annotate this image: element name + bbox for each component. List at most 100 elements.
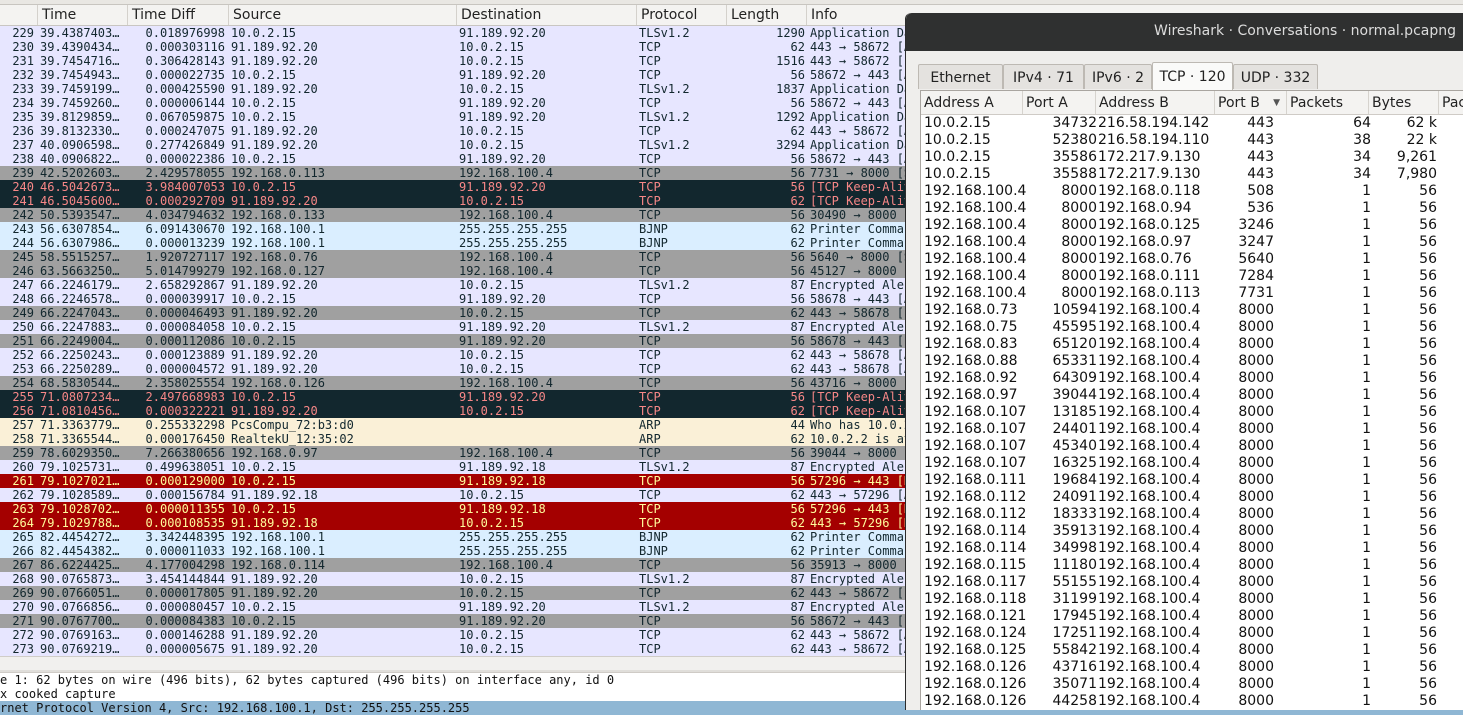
- column-header-source[interactable]: Source: [228, 5, 456, 25]
- conversation-row[interactable]: 192.168.0.111 19684 192.168.100.4 8000 1 56: [921, 472, 1463, 489]
- column-header-packets[interactable]: Packets: [1287, 91, 1369, 114]
- packet-length: 56: [790, 152, 805, 166]
- tab-udp[interactable]: UDP · 332: [1233, 64, 1318, 89]
- conversation-row[interactable]: 192.168.100.4 8000 192.168.0.76 5640 1 56: [921, 251, 1463, 268]
- column-header-time-diff[interactable]: Time Diff: [127, 5, 228, 25]
- column-header-length[interactable]: Length: [726, 5, 806, 25]
- packet-number: 266: [12, 544, 34, 558]
- address-a: 192.168.0.111: [924, 472, 1027, 488]
- column-header-bytes[interactable]: Bytes: [1369, 91, 1439, 114]
- packet-source: 192.168.0.97: [231, 446, 318, 460]
- bytes: 56: [1419, 302, 1437, 318]
- column-header-destination[interactable]: Destination: [456, 5, 636, 25]
- packet-destination: 91.189.92.20: [459, 96, 546, 110]
- conversation-row[interactable]: 192.168.100.4 8000 192.168.0.97 3247 1 56: [921, 234, 1463, 251]
- conversation-row[interactable]: 192.168.0.88 65331 192.168.100.4 8000 1 56: [921, 353, 1463, 370]
- packet-protocol: TCP: [639, 166, 661, 180]
- packet-number: 238: [12, 152, 34, 166]
- conversation-row[interactable]: 192.168.100.4 8000 192.168.0.113 7731 1 56: [921, 285, 1463, 302]
- packets: 1: [1362, 183, 1371, 199]
- packet-length: 62: [790, 306, 805, 320]
- conversation-row[interactable]: 192.168.0.114 35913 192.168.100.4 8000 1 56: [921, 523, 1463, 540]
- packets: 1: [1362, 302, 1371, 318]
- packet-time: 90.0769219…: [40, 642, 120, 656]
- conversation-row[interactable]: 192.168.100.4 8000 192.168.0.94 536 1 56: [921, 200, 1463, 217]
- conversation-row[interactable]: 10.0.2.15 52380 216.58.194.110 443 38 22 k: [921, 132, 1463, 149]
- packet-number: 246: [12, 264, 34, 278]
- column-header-packets-a-to-b[interactable]: Pac: [1439, 91, 1463, 114]
- packet-number: 268: [12, 572, 34, 586]
- conversation-row[interactable]: 192.168.0.112 18333 192.168.100.4 8000 1 56: [921, 506, 1463, 523]
- conversation-row[interactable]: 192.168.100.4 8000 192.168.0.118 508 1 56: [921, 183, 1463, 200]
- conversation-row[interactable]: 192.168.0.126 43716 192.168.100.4 8000 1 56: [921, 659, 1463, 676]
- packet-number: 242: [12, 208, 34, 222]
- tab-ipv6[interactable]: IPv6 · 2: [1084, 64, 1152, 89]
- conversation-row[interactable]: 192.168.0.114 34998 192.168.100.4 8000 1 56: [921, 540, 1463, 557]
- conversation-row[interactable]: 192.168.0.73 10594 192.168.100.4 8000 1 56: [921, 302, 1463, 319]
- port-a: 16325: [1052, 455, 1097, 471]
- packet-destination: 91.189.92.20: [459, 180, 546, 194]
- conversation-row[interactable]: 192.168.0.107 13185 192.168.100.4 8000 1 56: [921, 404, 1463, 421]
- conversation-row[interactable]: 192.168.0.118 31199 192.168.100.4 8000 1 56: [921, 591, 1463, 608]
- column-header-protocol[interactable]: Protocol: [636, 5, 726, 25]
- address-a: 192.168.0.118: [924, 591, 1027, 607]
- packet-time: 86.6224425…: [40, 558, 120, 572]
- packet-number: 257: [12, 418, 34, 432]
- conversation-row[interactable]: 192.168.0.126 35071 192.168.100.4 8000 1 56: [921, 676, 1463, 693]
- column-header-port-b[interactable]: Port B ▼: [1215, 91, 1287, 114]
- packets: 1: [1362, 557, 1371, 573]
- packet-destination: 255.255.255.255: [459, 222, 568, 236]
- packet-destination: 91.189.92.20: [459, 26, 546, 40]
- packet-length: 62: [790, 516, 805, 530]
- column-header-no[interactable]: [0, 5, 37, 25]
- dialog-titlebar[interactable]: Wireshark · Conversations · normal.pcapn…: [906, 13, 1463, 51]
- conversation-row[interactable]: 10.0.2.15 35588 172.217.9.130 443 34 7,980: [921, 166, 1463, 183]
- conversation-row[interactable]: 192.168.0.83 65120 192.168.100.4 8000 1 56: [921, 336, 1463, 353]
- conversation-row[interactable]: 192.168.100.4 8000 192.168.0.111 7284 1 56: [921, 268, 1463, 285]
- packet-time: 71.0807234…: [40, 390, 120, 404]
- column-header-port-a[interactable]: Port A: [1023, 91, 1096, 114]
- packet-time-diff: 7.266380656: [145, 446, 225, 460]
- port-a: 8000: [1061, 268, 1097, 284]
- column-header-address-b[interactable]: Address B: [1096, 91, 1215, 114]
- address-a: 192.168.100.4: [924, 200, 1027, 216]
- conversation-row[interactable]: 192.168.0.92 64309 192.168.100.4 8000 1 56: [921, 370, 1463, 387]
- port-b: 3247: [1238, 234, 1274, 250]
- packet-time: 39.7459260…: [40, 96, 120, 110]
- packet-destination: 10.0.2.15: [459, 306, 525, 320]
- tab-tcp[interactable]: TCP · 120: [1152, 62, 1233, 90]
- address-a: 192.168.100.4: [924, 217, 1027, 233]
- conversation-row[interactable]: 192.168.0.107 45340 192.168.100.4 8000 1 56: [921, 438, 1463, 455]
- conversation-row[interactable]: 192.168.0.121 17945 192.168.100.4 8000 1 56: [921, 608, 1463, 625]
- packet-time-diff: 0.000039917: [145, 292, 225, 306]
- port-a: 34998: [1052, 540, 1097, 556]
- packet-number: 249: [12, 306, 34, 320]
- conversation-row[interactable]: 10.0.2.15 34732 216.58.194.142 443 64 62 k: [921, 115, 1463, 132]
- address-a: 192.168.0.117: [924, 574, 1027, 590]
- conversation-row[interactable]: 192.168.100.4 8000 192.168.0.125 3246 1 56: [921, 217, 1463, 234]
- conversation-row[interactable]: 10.0.2.15 35586 172.217.9.130 443 34 9,261: [921, 149, 1463, 166]
- tab-ethernet[interactable]: Ethernet: [918, 64, 1003, 89]
- conversation-row[interactable]: 192.168.0.107 16325 192.168.100.4 8000 1 56: [921, 455, 1463, 472]
- packet-number: 247: [12, 278, 34, 292]
- column-header-address-a[interactable]: Address A: [921, 91, 1023, 114]
- packet-time: 79.1025731…: [40, 460, 120, 474]
- conversation-row[interactable]: 192.168.0.75 45595 192.168.100.4 8000 1 56: [921, 319, 1463, 336]
- packet-time-diff: 0.000322221: [145, 404, 225, 418]
- conversation-row[interactable]: 192.168.0.117 55155 192.168.100.4 8000 1 56: [921, 574, 1463, 591]
- packet-protocol: TCP: [639, 250, 661, 264]
- tab-ipv4[interactable]: IPv4 · 71: [1003, 64, 1084, 89]
- conversation-row[interactable]: 192.168.0.112 24091 192.168.100.4 8000 1 56: [921, 489, 1463, 506]
- packet-destination: 91.189.92.20: [459, 600, 546, 614]
- conversation-row[interactable]: 192.168.0.107 24401 192.168.100.4 8000 1 56: [921, 421, 1463, 438]
- packet-time-diff: 3.984007053: [145, 180, 225, 194]
- conversation-row[interactable]: 192.168.0.115 11180 192.168.100.4 8000 1 56: [921, 557, 1463, 574]
- conversation-row[interactable]: 192.168.0.97 39044 192.168.100.4 8000 1 56: [921, 387, 1463, 404]
- conversation-row[interactable]: 192.168.0.124 17251 192.168.100.4 8000 1 56: [921, 625, 1463, 642]
- conversation-row[interactable]: 192.168.0.125 55842 192.168.100.4 8000 1 56: [921, 642, 1463, 659]
- conversation-row[interactable]: 192.168.0.126 44258 192.168.100.4 8000 1 56: [921, 693, 1463, 710]
- column-header-time[interactable]: Time: [37, 5, 127, 25]
- bytes: 56: [1419, 404, 1437, 420]
- packet-length: 56: [790, 474, 805, 488]
- port-b: 8000: [1238, 591, 1274, 607]
